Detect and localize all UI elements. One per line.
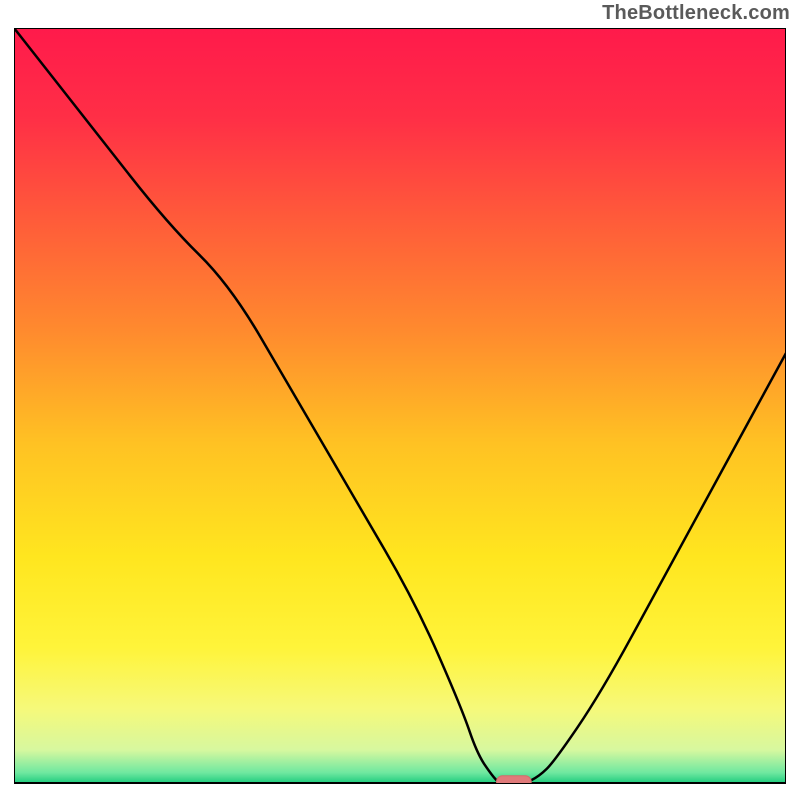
optimal-marker <box>497 776 532 784</box>
chart-container: TheBottleneck.com <box>0 0 800 800</box>
plot-svg <box>14 28 786 784</box>
watermark-text: TheBottleneck.com <box>602 2 790 25</box>
gradient-background <box>14 28 786 784</box>
plot-area <box>14 28 786 784</box>
